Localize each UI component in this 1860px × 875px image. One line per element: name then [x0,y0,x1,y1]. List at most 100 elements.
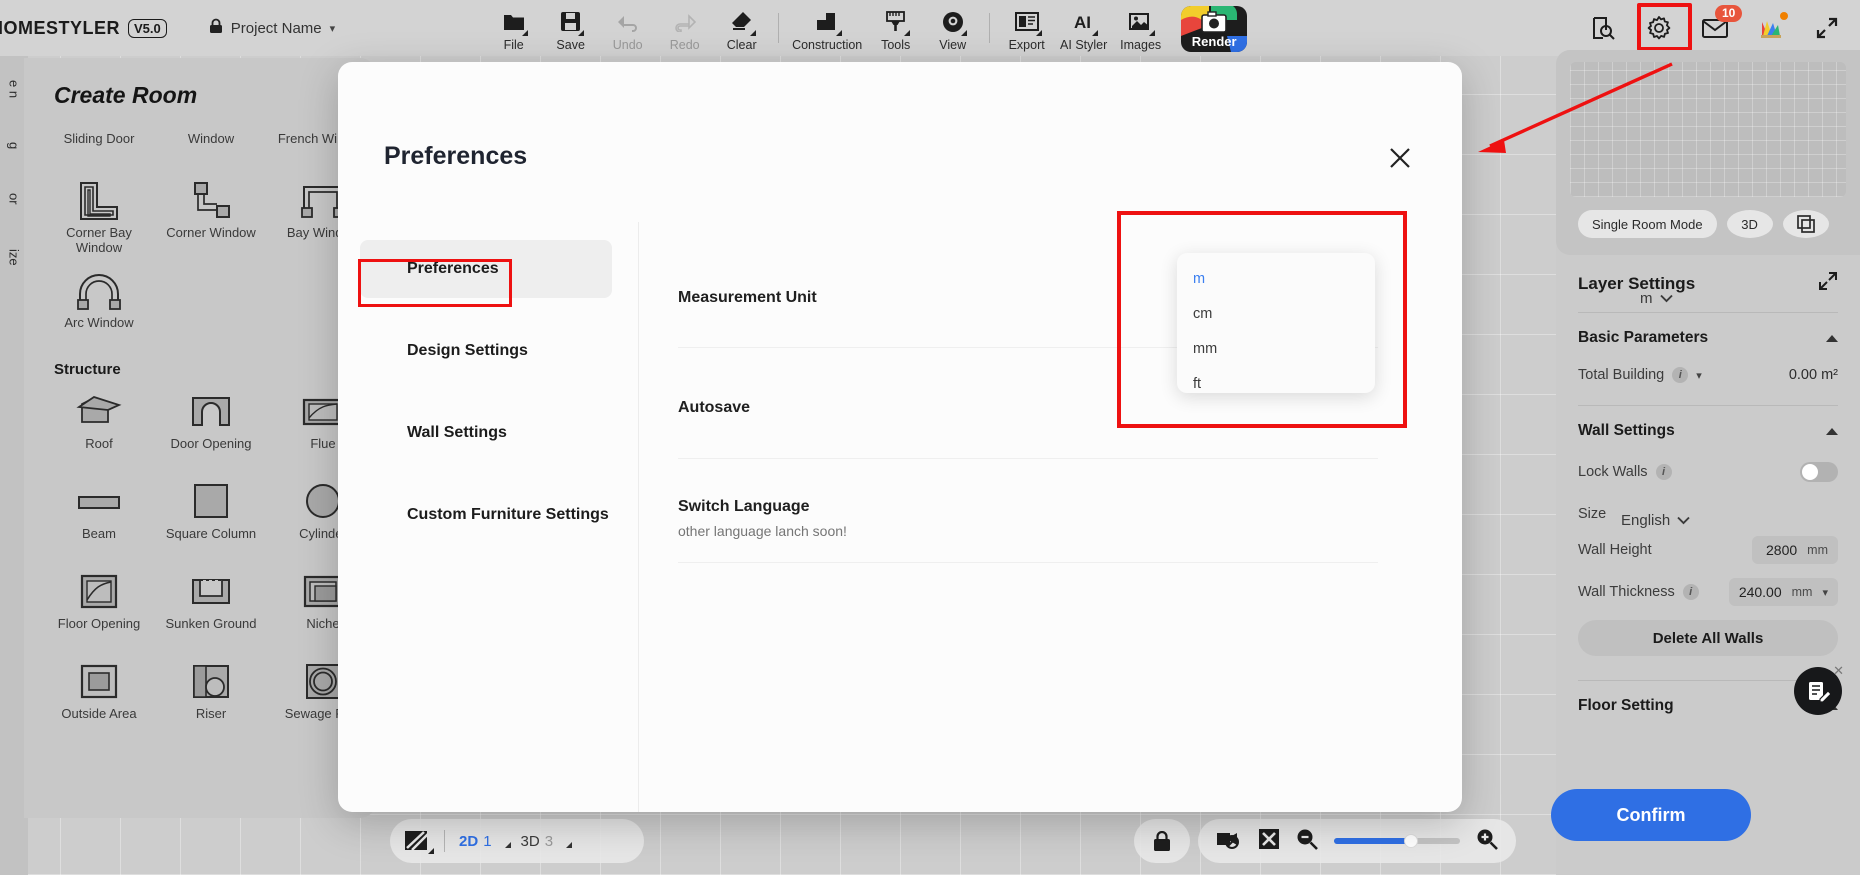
floor-opening-icon [76,568,122,616]
nav-item-preferences[interactable]: Preferences [360,240,612,298]
preferences-dialog: Preferences Preferences Design Settings … [338,62,1751,841]
view-3d-toggle[interactable]: 3D [1726,210,1773,238]
item-floor-opening[interactable]: Floor Opening [46,564,152,652]
item-corner-window[interactable]: Corner Window [158,173,264,261]
info-icon[interactable]: i [1655,464,1672,480]
wall-settings-title: Wall Settings [1578,422,1675,439]
hatch-texture-icon[interactable] [404,829,434,854]
item-riser[interactable]: Riser [158,654,264,742]
camera-off-icon[interactable] [1216,828,1242,855]
item-outside-area[interactable]: Outside Area [46,654,152,742]
document-search-icon[interactable] [1586,11,1620,45]
x-box-icon[interactable] [1258,828,1280,855]
expand-diagonal-icon[interactable] [1818,271,1838,296]
chevron-down-icon[interactable]: ▾ [1696,369,1702,382]
tool-file[interactable]: File [485,5,542,52]
total-building-label: Total Building i ▾ [1578,367,1702,383]
tool-label: Construction [792,37,863,52]
feedback-note-icon[interactable]: ✕ [1794,663,1844,715]
measurement-unit-select[interactable]: m [1640,290,1673,307]
nav-item-custom-furniture-settings[interactable]: Custom Furniture Settings [360,486,612,544]
tool-images[interactable]: Images [1112,5,1169,52]
item-label: Roof [85,436,113,451]
wall-thickness-row: Wall Thickness i 240.00 mm ▾ [1578,578,1838,606]
mode-3d-button[interactable]: 3D 3 [521,833,573,850]
mode-2d-label: 2D [459,832,479,850]
tool-view[interactable]: View [924,5,981,52]
expand-fullscreen-icon[interactable] [1810,11,1844,45]
mail-icon[interactable]: 10 [1698,5,1743,45]
wall-thickness-label: Wall Thickness i [1578,584,1699,600]
basic-parameters-header[interactable]: Basic Parameters [1578,329,1838,347]
duplicate-icon[interactable] [1782,210,1829,238]
structure-section-title: Structure [54,361,121,378]
zoom-slider[interactable] [1334,834,1460,848]
render-button[interactable]: Render [1181,5,1248,52]
images-icon [1129,9,1156,36]
rail-item[interactable]: e n [7,80,22,98]
color-palette-icon[interactable] [1754,11,1788,45]
item-sunken-ground[interactable]: Sunken Ground [158,564,264,652]
item-roof[interactable]: Roof [46,384,152,472]
item-label: Door Opening [170,436,252,451]
delete-all-walls-button[interactable]: Delete All Walls [1578,620,1838,656]
rail-item[interactable]: g [7,142,22,149]
item-window[interactable]: Window [158,127,264,167]
confirm-button[interactable]: Confirm [1551,789,1751,841]
layer-settings-title: Layer Settings [1578,273,1696,293]
project-name-selector[interactable]: Project Name ▾ [209,18,335,39]
rail-item[interactable]: or [7,193,22,205]
mode-3d-label: 3D [520,832,540,850]
tool-export[interactable]: Export [998,5,1055,52]
tool-save[interactable]: Save [542,5,599,52]
single-room-mode-button[interactable]: Single Room Mode [1578,210,1717,238]
tool-tools[interactable]: Tools [867,5,924,52]
zoom-out-icon[interactable] [1296,828,1318,855]
item-beam[interactable]: Beam [46,474,152,562]
dropdown-option-m[interactable]: m [1177,261,1375,296]
nav-item-design-settings[interactable]: Design Settings [360,322,612,380]
tool-ai-styler[interactable]: AI AI Styler [1055,5,1112,52]
chevron-up-icon [1826,334,1838,342]
tool-undo[interactable]: Undo [599,5,656,52]
tool-label: Undo [612,37,643,52]
chevron-down-icon[interactable]: ▾ [1822,586,1828,599]
zoom-in-icon[interactable] [1476,828,1498,855]
dropdown-option-ft[interactable]: ft [1177,366,1375,401]
item-corner-bay-window[interactable]: Corner Bay Window [46,173,152,261]
close-icon[interactable] [1386,144,1414,172]
tool-clear[interactable]: Clear [713,5,770,52]
construction-icon [815,9,843,36]
info-icon[interactable]: i [1682,584,1699,600]
wall-settings-header[interactable]: Wall Settings [1578,422,1838,440]
dropdown-option-mm[interactable]: mm [1177,331,1375,366]
item-square-column[interactable]: Square Column [158,474,264,562]
lock-closed-icon[interactable] [1134,819,1190,863]
close-icon[interactable]: ✕ [1833,663,1844,679]
nav-item-wall-settings[interactable]: Wall Settings [360,404,612,462]
item-arc-window[interactable]: Arc Window [46,263,152,351]
svg-text:AI: AI [1074,13,1091,32]
lock-walls-toggle[interactable] [1800,462,1838,482]
mini-preview-canvas[interactable] [1570,62,1846,197]
tool-redo[interactable]: Redo [656,5,713,52]
wall-height-value: 2800 [1766,542,1798,558]
item-door-opening[interactable]: Door Opening [158,384,264,472]
folder-icon [503,9,528,36]
dropdown-option-cm[interactable]: cm [1177,296,1375,331]
language-select[interactable]: English [1621,512,1690,529]
item-sliding-door[interactable]: Sliding Door [46,127,152,167]
field-label: Measurement Unit [678,289,817,306]
wall-thickness-input[interactable]: 240.00 mm ▾ [1728,578,1838,606]
tool-construction[interactable]: Construction [787,5,867,52]
corner-bay-window-icon [75,177,123,225]
floor-setting-title: Floor Setting [1578,697,1674,714]
info-icon[interactable]: i [1672,367,1689,383]
gear-icon[interactable] [1642,11,1676,45]
divider [638,222,639,812]
rail-item[interactable]: ize [7,249,22,266]
wall-height-input[interactable]: 2800 mm [1752,536,1838,564]
autosave-field: Autosave [678,399,1378,417]
lock-walls-label: Lock Walls i [1578,464,1672,480]
mode-2d-button[interactable]: 2D 1 [459,833,511,850]
